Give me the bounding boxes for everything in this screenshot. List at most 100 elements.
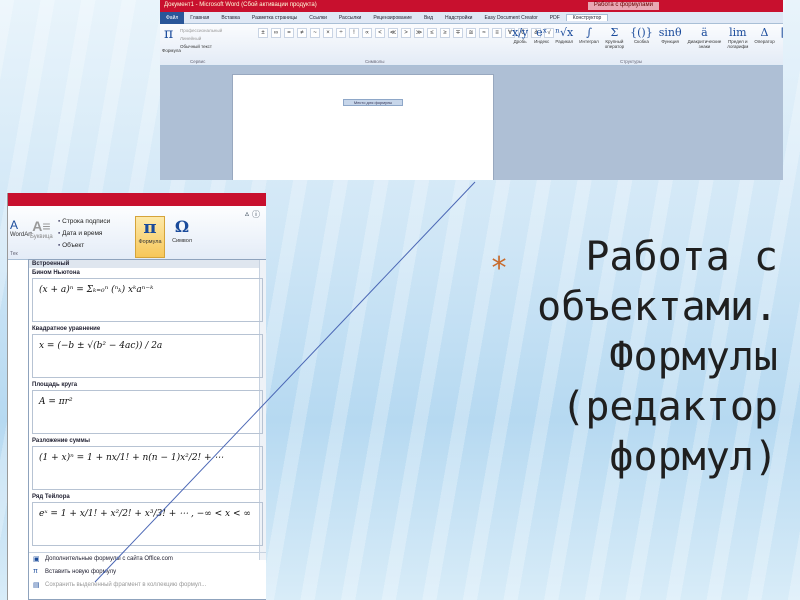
- symbol-button[interactable]: ÷: [336, 28, 346, 38]
- symbol-button[interactable]: >: [401, 28, 411, 38]
- structure-icon: ä: [701, 26, 708, 39]
- structure-label: Диакритические знаки: [687, 39, 722, 49]
- formula-button[interactable]: π Формула: [135, 216, 165, 258]
- symbol-button[interactable]: =: [284, 28, 294, 38]
- date-time-item[interactable]: Дата и время: [58, 228, 110, 240]
- wordart-button[interactable]: A WordArt: [10, 218, 32, 238]
- structure-label: Крупный оператор: [604, 39, 625, 49]
- ribbon-tab[interactable]: Рецензирование: [367, 15, 418, 21]
- symbol-button[interactable]: ≥: [440, 28, 450, 38]
- document-page[interactable]: Место для формулы: [232, 74, 494, 180]
- structure-icon: Δ: [760, 26, 769, 39]
- ribbon-tab[interactable]: Вид: [418, 15, 439, 21]
- ribbon-tab[interactable]: Надстройки: [439, 15, 478, 21]
- footer-item-label: Сохранить выделенный фрагмент в коллекци…: [45, 582, 207, 588]
- equation-gallery: Встроенный Бином Ньютона (x + a)ⁿ = Σₖ₌₀ⁿ…: [28, 259, 266, 600]
- title-lines: Работа с объектами. Формулы (редактор формул…: [478, 232, 778, 482]
- gallery-item[interactable]: Разложение суммы (1 + x)ⁿ = 1 + nx/1! + n…: [29, 436, 266, 492]
- gallery-item-name: Площадь круга: [32, 382, 78, 388]
- object-item[interactable]: Объект: [58, 240, 110, 252]
- option-professional[interactable]: Профессиональный: [180, 27, 222, 35]
- structure-button[interactable]: eˣ Индекс: [534, 26, 549, 49]
- symbol-button[interactable]: !: [349, 28, 359, 38]
- structure-button[interactable]: lim Предел и логарифм: [727, 26, 748, 49]
- option-plain-text[interactable]: Обычный текст: [180, 43, 222, 51]
- structure-button[interactable]: ⁿ√x Радикал: [555, 26, 573, 49]
- structures-group-label: Структуры: [620, 59, 643, 64]
- structure-label: Скобка: [633, 39, 649, 44]
- symbol-button[interactable]: Ω Символ: [168, 216, 196, 244]
- ribbon-tab[interactable]: Рассылки: [333, 15, 367, 21]
- symbol-button[interactable]: ±: [258, 28, 268, 38]
- structure-icon: eˣ: [536, 26, 548, 39]
- symbol-button[interactable]: ~: [310, 28, 320, 38]
- ribbon-tab[interactable]: Конструктор: [565, 14, 609, 21]
- structure-button[interactable]: {()} Скобка: [630, 26, 653, 49]
- structure-label: Индекс: [534, 39, 550, 44]
- symbol-button[interactable]: ≡: [492, 28, 502, 38]
- symbol-button[interactable]: ∓: [453, 28, 463, 38]
- ribbon-tab[interactable]: PDF: [544, 15, 566, 21]
- structure-button[interactable]: Δ Оператор: [754, 26, 774, 49]
- text-group-label: Тек: [10, 251, 18, 257]
- footer-item-label: Вставить новую формулу: [45, 569, 117, 575]
- gallery-item[interactable]: Ряд Тейлора eˣ = 1 + x/1! + x²/2! + x³/3!…: [29, 492, 266, 548]
- structure-label: Интеграл: [579, 39, 599, 44]
- structure-button[interactable]: Σ Крупный оператор: [605, 26, 624, 49]
- symbol-button[interactable]: ≫: [414, 28, 424, 38]
- gallery-item-name: Бином Ньютона: [32, 270, 80, 276]
- gallery-items: Бином Ньютона (x + a)ⁿ = Σₖ₌₀ⁿ (ⁿₖ) xᵏaⁿ⁻…: [29, 268, 266, 548]
- symbol-button[interactable]: ∝: [362, 28, 372, 38]
- help-icon[interactable]: ▵: [245, 209, 249, 220]
- symbol-button[interactable]: ≤: [427, 28, 437, 38]
- word-window-screenshot: Документ1 - Microsoft Word (Сбой активац…: [160, 0, 783, 180]
- symbol-button[interactable]: <: [375, 28, 385, 38]
- symbols-grid: ± ∞ = ≠ ~ × ÷! ∝ < ≪ > ≫ ≤ ≥ ∓ ≅ ≈ ≡ ∀ ∁ ∂ √: [258, 28, 555, 38]
- ribbon-tab[interactable]: Easy Document Creator: [478, 15, 543, 21]
- signature-line-item[interactable]: Строка подписи: [58, 216, 110, 228]
- structure-label: Функция: [661, 39, 679, 44]
- gallery-item[interactable]: Бином Ньютона (x + a)ⁿ = Σₖ₌₀ⁿ (ⁿₖ) xᵏaⁿ⁻…: [29, 268, 266, 324]
- symbol-button[interactable]: ∞: [271, 28, 281, 38]
- ribbon-tab[interactable]: Разметка страницы: [246, 15, 303, 21]
- structure-button[interactable]: [10]Матрица: [781, 26, 783, 49]
- symbol-button[interactable]: ≈: [479, 28, 489, 38]
- document-area: Место для формулы: [160, 66, 783, 180]
- structure-button[interactable]: ä Диакритические знаки: [688, 26, 722, 49]
- ribbon-tab[interactable]: Файл: [160, 11, 185, 24]
- context-tab-label: Работа с формулами: [587, 2, 659, 10]
- formula-placeholder[interactable]: Место для формулы: [343, 99, 403, 106]
- gallery-footer-item[interactable]: ▣ Дополнительные формулы с сайта Office.c…: [29, 553, 266, 566]
- structure-icon: [10]: [781, 26, 783, 39]
- ribbon-tab[interactable]: Ссылки: [303, 15, 333, 21]
- insert-formula-screenshot: AWordArt A≡Буквица Строка подписи Дата и…: [7, 193, 266, 600]
- structure-button[interactable]: x/y Дробь: [512, 26, 528, 49]
- gallery-item[interactable]: Квадратное уравнение x = (−b ± √(b² − 4ac…: [29, 324, 266, 380]
- symbol-button[interactable]: ≅: [466, 28, 476, 38]
- gallery-item-formula: x = (−b ± √(b² − 4ac)) / 2a: [32, 334, 263, 378]
- gallery-item[interactable]: Площадь круга A = πr²: [29, 380, 266, 436]
- option-linear[interactable]: Линейный: [180, 35, 222, 43]
- ribbon-tab[interactable]: Вставка: [215, 15, 246, 21]
- window-controls: ▵ ⓘ: [245, 209, 260, 220]
- title-line: (редактор: [561, 384, 778, 430]
- symbol-button[interactable]: ≪: [388, 28, 398, 38]
- bullet-icon: *: [490, 251, 509, 286]
- dropcap-button[interactable]: A≡ Буквица: [30, 218, 53, 240]
- symbol-button[interactable]: ×: [323, 28, 333, 38]
- gallery-header: Встроенный: [29, 260, 266, 268]
- gallery-footer-item[interactable]: ▤ Сохранить выделенный фрагмент в коллекц…: [29, 579, 266, 592]
- info-icon[interactable]: ⓘ: [252, 209, 260, 220]
- structures-group: x/y Дробь eˣ Индекс ⁿ√x Радикал ∫ Интеграл Σ Круп…: [512, 26, 783, 49]
- symbol-button[interactable]: ≠: [297, 28, 307, 38]
- structure-button[interactable]: sinθ Функция: [659, 26, 682, 49]
- gallery-item-formula: (x + a)ⁿ = Σₖ₌₀ⁿ (ⁿₖ) xᵏaⁿ⁻ᵏ: [32, 278, 263, 322]
- gallery-footer-item[interactable]: π Вставить новую формулу: [29, 566, 266, 579]
- structure-label: Радикал: [555, 39, 574, 44]
- insert-ribbon: AWordArt A≡Буквица Строка подписи Дата и…: [8, 206, 266, 260]
- formula-button-label[interactable]: Формула: [162, 48, 181, 53]
- pi-icon[interactable]: π: [164, 26, 173, 42]
- structure-button[interactable]: ∫ Интеграл: [579, 26, 599, 49]
- dropcap-icon: A≡: [32, 218, 51, 234]
- ribbon-tab[interactable]: Главная: [184, 15, 215, 21]
